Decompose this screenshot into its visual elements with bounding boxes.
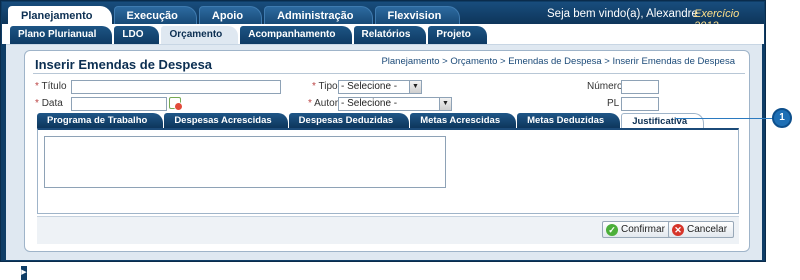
main-tabs: Planejamento Execução Apoio Administraçã…: [8, 6, 461, 25]
data-input[interactable]: [71, 97, 167, 111]
tab-orcamento[interactable]: Orçamento: [161, 26, 239, 44]
numero-label: Número: [587, 81, 623, 92]
titulo-input[interactable]: [71, 80, 281, 94]
tipo-label: * Tipo: [312, 81, 338, 92]
welcome-text: Seja bem vindo(a), Alexandre: [547, 8, 698, 20]
tab-administracao[interactable]: Administração: [264, 6, 373, 25]
tipo-select[interactable]: - Selecione - ▼: [338, 80, 422, 94]
breadcrumb: Planejamento > Orçamento > Emendas de De…: [381, 56, 735, 67]
sub-tabs: Plano Plurianual LDO Orçamento Acompanha…: [10, 26, 487, 44]
tab-metas-acrescidas[interactable]: Metas Acrescidas: [410, 113, 517, 128]
chevron-down-icon[interactable]: ▼: [409, 81, 421, 93]
autor-select[interactable]: - Selecione - ▼: [338, 97, 452, 111]
collapse-handle-icon[interactable]: ▶: [21, 266, 27, 280]
content-area: ▶ Inserir Emendas de Despesa Planejament…: [6, 44, 762, 280]
page-title: Inserir Emendas de Despesa: [35, 57, 213, 72]
cancel-button[interactable]: ✕ Cancelar: [668, 221, 735, 238]
tab-plano-plurianual[interactable]: Plano Plurianual: [10, 26, 113, 44]
cancel-label: Cancelar: [687, 224, 728, 235]
callout-badge: 1: [772, 108, 792, 128]
tab-flexvision[interactable]: Flexvision: [374, 6, 461, 25]
app-frame: Planejamento Execução Apoio Administraçã…: [0, 0, 766, 280]
form-tabs: Programa de Trabalho Despesas Acrescidas…: [37, 113, 705, 128]
justificativa-panel: [37, 128, 739, 214]
calendar-icon[interactable]: [169, 97, 183, 111]
justificativa-textarea[interactable]: [44, 136, 446, 188]
form-panel: Inserir Emendas de Despesa Planejamento …: [24, 50, 750, 252]
top-bar: Planejamento Execução Apoio Administraçã…: [2, 2, 764, 32]
cancel-icon: ✕: [672, 223, 684, 236]
tab-metas-deduzidas[interactable]: Metas Deduzidas: [517, 113, 621, 128]
tab-despesas-acrescidas[interactable]: Despesas Acrescidas: [164, 113, 288, 128]
tipo-select-value: - Selecione -: [341, 81, 398, 92]
chevron-down-icon[interactable]: ▼: [439, 98, 451, 110]
title-divider: [33, 73, 745, 74]
tab-apoio[interactable]: Apoio: [198, 6, 263, 25]
numero-input[interactable]: [621, 80, 659, 94]
tab-planejamento[interactable]: Planejamento: [8, 6, 112, 25]
autor-label: * Autor: [308, 98, 339, 109]
tab-ldo[interactable]: LDO: [114, 26, 160, 44]
confirm-label: Confirmar: [621, 224, 665, 235]
confirm-button[interactable]: ✓ Confirmar: [602, 221, 672, 238]
check-icon: ✓: [606, 223, 618, 236]
tab-acompanhamento[interactable]: Acompanhamento: [240, 26, 352, 44]
pl-label: PL: [607, 98, 620, 109]
tab-execucao[interactable]: Execução: [113, 6, 197, 25]
tab-justificativa[interactable]: Justificativa: [621, 113, 705, 128]
autor-select-value: - Selecione -: [341, 98, 398, 109]
tab-despesas-deduzidas[interactable]: Despesas Deduzidas: [288, 113, 410, 128]
tab-projeto[interactable]: Projeto: [428, 26, 487, 44]
titulo-label: * Título: [35, 81, 67, 92]
pl-input[interactable]: [621, 97, 659, 111]
sub-bar: Plano Plurianual LDO Orçamento Acompanha…: [2, 24, 764, 44]
data-label: * Data: [35, 98, 63, 109]
callout-line: [675, 118, 775, 119]
button-bar: ✓ Confirmar ✕ Cancelar: [37, 216, 739, 244]
tab-relatorios[interactable]: Relatórios: [353, 26, 427, 44]
tab-programa-de-trabalho[interactable]: Programa de Trabalho: [37, 113, 164, 128]
